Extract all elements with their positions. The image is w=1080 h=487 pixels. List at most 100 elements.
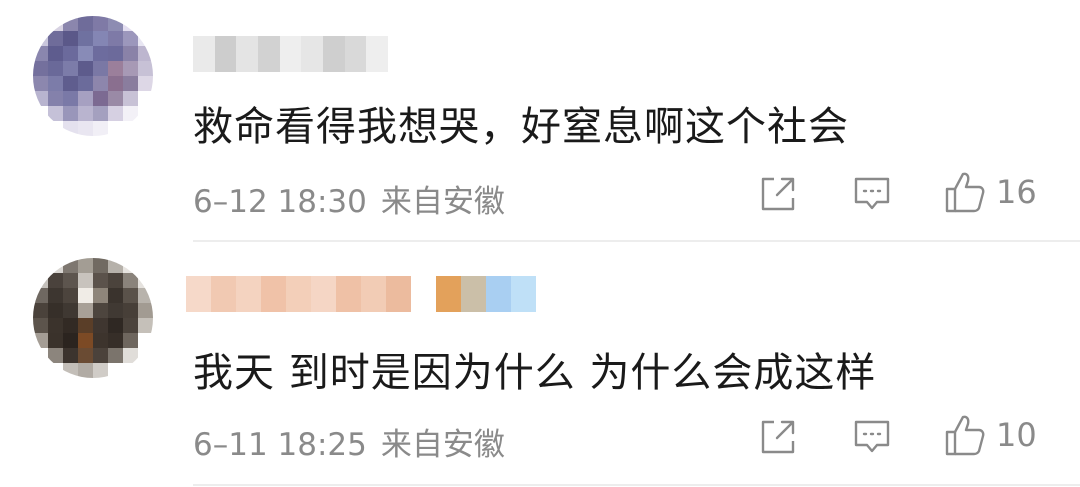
avatar-pixel: [93, 348, 108, 363]
avatar-pixel: [93, 31, 108, 46]
avatar-pixel: [123, 303, 138, 318]
avatar-pixel: [33, 273, 48, 288]
avatar-pixel: [33, 76, 48, 91]
avatar-pixel: [63, 16, 78, 31]
avatar-pixel: [138, 61, 153, 76]
avatar-pixel: [33, 61, 48, 76]
avatar-pixel: [93, 303, 108, 318]
avatar-pixel: [78, 61, 93, 76]
avatar-pixel: [48, 31, 63, 46]
username-pixel: [436, 276, 461, 312]
avatar-pixel: [123, 288, 138, 303]
avatar-pixel: [93, 333, 108, 348]
share-icon: [761, 177, 795, 211]
username-pixel: [386, 276, 411, 312]
avatar-pixel: [138, 46, 153, 61]
avatar-pixel: [123, 76, 138, 91]
comment-text: 我天 到时是因为什么 为什么会成这样: [193, 350, 877, 396]
avatar-pixel: [123, 273, 138, 288]
username-blurred[interactable]: [186, 276, 536, 312]
username-blurred[interactable]: [193, 36, 388, 72]
username-pixel: [193, 36, 215, 72]
comment-divider: [193, 484, 1080, 486]
avatar-pixel: [48, 258, 63, 273]
avatar-pixel: [48, 106, 63, 121]
avatar-pixel: [33, 106, 48, 121]
avatar-pixel: [108, 121, 123, 136]
avatar-pixel: [78, 318, 93, 333]
share-button[interactable]: [760, 419, 798, 455]
avatar-pixel: [78, 121, 93, 136]
avatar-pixel: [138, 31, 153, 46]
username-pixel: [186, 276, 211, 312]
avatar-pixel: [108, 258, 123, 273]
avatar-pixel: [93, 46, 108, 61]
avatar-pixel: [63, 318, 78, 333]
avatar-pixel: [123, 31, 138, 46]
avatar-pixel: [48, 333, 63, 348]
avatar-pixel: [63, 288, 78, 303]
avatar-pixel: [48, 288, 63, 303]
avatar-pixel: [63, 76, 78, 91]
username-pixel: [361, 276, 386, 312]
avatar-pixel: [78, 303, 93, 318]
avatar-pixel: [93, 121, 108, 136]
avatar-pixel: [123, 91, 138, 106]
username-pixel: [322, 36, 345, 72]
avatar-pixel: [108, 363, 123, 378]
avatar-pixel: [33, 363, 48, 378]
like-count: 10: [996, 416, 1037, 454]
avatar-pixel: [93, 16, 108, 31]
avatar-pixel: [48, 91, 63, 106]
avatar-pixel: [48, 318, 63, 333]
share-button[interactable]: [760, 176, 798, 212]
reply-button[interactable]: [853, 419, 891, 455]
avatar-pixel: [78, 16, 93, 31]
username-pixel: [511, 276, 536, 312]
username-pixel: [279, 36, 302, 72]
avatar-pixel: [63, 61, 78, 76]
avatar-pixel: [123, 348, 138, 363]
comment-item: 救命看得我想哭，好窒息啊这个社会 6–12 18:30 来自安徽 16: [0, 0, 1080, 243]
avatar-pixel: [48, 348, 63, 363]
comment-meta: 6–12 18:30 来自安徽: [193, 176, 505, 221]
avatar[interactable]: [33, 258, 153, 378]
avatar-pixel: [123, 46, 138, 61]
avatar-pixel: [33, 31, 48, 46]
avatar[interactable]: [33, 16, 153, 136]
username-pixel: [236, 36, 258, 72]
avatar-pixel: [138, 348, 153, 363]
avatar-pixel: [33, 16, 48, 31]
avatar-pixel: [93, 258, 108, 273]
thumbs-up-icon: [945, 172, 985, 213]
avatar-pixel: [78, 363, 93, 378]
avatar-pixel: [33, 303, 48, 318]
like-button[interactable]: 16: [944, 170, 1037, 214]
avatar-pixel: [78, 333, 93, 348]
avatar-pixel: [138, 363, 153, 378]
avatar-pixel: [108, 303, 123, 318]
avatar-pixel: [63, 273, 78, 288]
comment-divider: [193, 240, 1080, 242]
avatar-pixel: [48, 363, 63, 378]
avatar-pixel: [138, 333, 153, 348]
avatar-pixel: [108, 333, 123, 348]
avatar-pixel: [123, 16, 138, 31]
comment-meta: 6–11 18:25 来自安徽: [193, 419, 505, 464]
username-pixel: [486, 276, 511, 312]
username-pixel: [211, 276, 236, 312]
avatar-pixel: [108, 91, 123, 106]
avatar-pixel: [78, 258, 93, 273]
username-pixel: [301, 36, 323, 72]
avatar-pixel: [93, 318, 108, 333]
avatar-pixel: [78, 288, 93, 303]
avatar-pixel: [108, 288, 123, 303]
reply-button[interactable]: [853, 176, 891, 212]
username-pixel: [286, 276, 311, 312]
avatar-pixel: [78, 91, 93, 106]
avatar-pixel: [138, 273, 153, 288]
username-pixel: [366, 36, 388, 72]
like-button[interactable]: 10: [944, 413, 1037, 457]
username-pixel: [344, 36, 367, 72]
avatar-pixel: [108, 348, 123, 363]
